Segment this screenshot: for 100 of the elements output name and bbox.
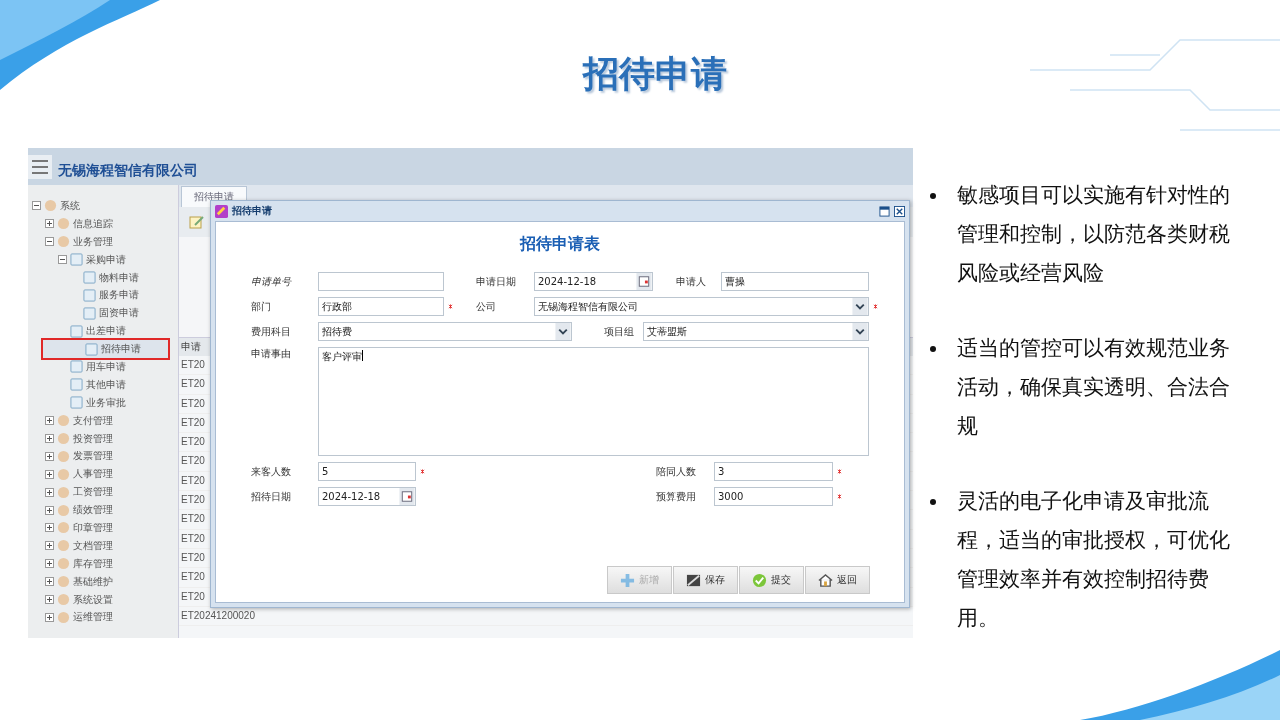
plus-icon[interactable] — [45, 559, 54, 569]
node-icon — [70, 396, 83, 410]
plus-icon[interactable] — [45, 487, 54, 497]
tree-item[interactable]: 出差申请 — [28, 322, 168, 341]
node-icon — [57, 432, 70, 445]
tree-item[interactable]: 发票管理 — [28, 447, 168, 466]
tree-item[interactable]: 绩效管理 — [28, 501, 168, 520]
node-icon — [83, 271, 96, 284]
input-field[interactable]: 3 — [714, 462, 833, 481]
plus-icon[interactable] — [45, 416, 54, 426]
input-field[interactable]: 3000 — [714, 487, 833, 506]
tree-item[interactable]: 系统设置 — [28, 590, 168, 609]
node-icon — [57, 467, 70, 481]
plus-icon[interactable] — [45, 219, 54, 229]
tree-item[interactable]: 基础维护 — [28, 572, 168, 591]
dialog-button[interactable]: 提交 — [739, 566, 804, 594]
tree-item[interactable]: 招待申请 — [43, 340, 168, 358]
maximize-icon[interactable] — [879, 205, 890, 217]
dropdown[interactable]: 招待费 — [318, 322, 572, 341]
minus-icon[interactable] — [45, 237, 54, 247]
input-field[interactable]: 行政部 — [318, 297, 444, 316]
node-icon — [57, 449, 70, 463]
input-field[interactable] — [318, 272, 444, 291]
bullet-icon — [930, 193, 936, 199]
node-icon — [57, 217, 70, 231]
node-icon — [57, 575, 70, 589]
tree-item[interactable]: 投资管理 — [28, 429, 168, 448]
tree-item[interactable]: 服务申请 — [28, 286, 168, 305]
plus-icon[interactable] — [45, 577, 54, 587]
node-icon — [57, 610, 70, 624]
plus-icon[interactable] — [45, 595, 54, 605]
field-label: 部门 — [251, 299, 272, 314]
node-icon — [83, 288, 96, 302]
tree-item[interactable]: 物料申请 — [28, 268, 168, 287]
field-label: 项目组 — [604, 324, 635, 339]
plus-icon[interactable] — [45, 612, 54, 622]
chevron-down-icon[interactable] — [852, 298, 868, 315]
tree-item[interactable]: 用车申请 — [28, 358, 168, 376]
minus-icon[interactable] — [58, 255, 67, 265]
plus-icon[interactable] — [45, 451, 54, 461]
calendar-icon[interactable] — [399, 488, 415, 505]
input-field[interactable]: 5 — [318, 462, 416, 481]
node-icon — [57, 521, 70, 535]
bullet-icon — [930, 499, 936, 505]
date-field[interactable]: 2024-12-18 — [534, 272, 653, 291]
tree-item[interactable]: 业务管理 — [28, 232, 168, 251]
tree-item[interactable]: 系统 — [28, 197, 168, 215]
field-label: 申请事由 — [251, 347, 292, 361]
dialog-button[interactable]: 返回 — [805, 566, 870, 594]
bullet-icon — [930, 346, 936, 352]
node-icon — [57, 235, 70, 249]
tree-item[interactable]: 支付管理 — [28, 411, 168, 430]
tree-item[interactable]: 印章管理 — [28, 519, 168, 537]
bullet-text: 适当的管控可以有效规范业务活动，确保真实透明、合法合规 — [957, 335, 1231, 440]
plus-icon[interactable] — [45, 523, 54, 533]
calendar-icon[interactable] — [636, 273, 652, 290]
field-label: 费用科目 — [251, 324, 292, 339]
tree-item[interactable]: 采购申请 — [28, 250, 168, 269]
field-label: 陪同人数 — [656, 464, 697, 479]
menu-icon[interactable] — [28, 154, 52, 179]
node-icon — [57, 557, 70, 571]
tree-item[interactable]: 运维管理 — [28, 608, 168, 627]
tree-item[interactable]: 业务审批 — [28, 393, 168, 412]
bullet-text: 灵活的电子化申请及审批流程，适当的审批授权，可优化管理效率并有效控制招待费用。 — [957, 488, 1231, 632]
text-area[interactable]: 客户评审 — [318, 347, 869, 456]
tree-item[interactable]: 库存管理 — [28, 554, 168, 573]
tree-item[interactable]: 其他申请 — [28, 375, 168, 394]
tree-item[interactable]: 固资申请 — [28, 304, 168, 323]
field-label: 申请人 — [676, 274, 707, 289]
plus-icon[interactable] — [45, 541, 54, 551]
field-label: 预算费用 — [656, 489, 697, 504]
chevron-down-icon[interactable] — [555, 323, 571, 340]
check-icon — [752, 572, 767, 588]
node-icon — [70, 378, 83, 392]
node-icon — [85, 342, 98, 356]
tree-item[interactable]: 文档管理 — [28, 536, 168, 555]
dropdown[interactable]: 无锡海程智信有限公司 — [534, 297, 869, 316]
node-icon — [57, 539, 70, 553]
node-icon — [57, 485, 70, 499]
close-icon[interactable] — [894, 205, 905, 217]
plus-icon[interactable] — [45, 469, 54, 479]
minus-icon[interactable] — [32, 201, 41, 211]
field-label: 招待日期 — [251, 489, 292, 504]
node-icon — [83, 306, 96, 320]
chevron-down-icon[interactable] — [852, 323, 868, 340]
plus-icon[interactable] — [45, 434, 54, 443]
tree-item[interactable]: 信息追踪 — [28, 214, 168, 233]
node-icon — [70, 324, 83, 338]
company-name: 无锡海程智信有限公司 — [58, 161, 198, 180]
date-field[interactable]: 2024-12-18 — [318, 487, 416, 506]
tree-item[interactable]: 人事管理 — [28, 465, 168, 484]
plus-icon — [620, 572, 635, 588]
field-label: 申请日期 — [476, 274, 517, 289]
dropdown[interactable]: 艾蒂盟斯 — [643, 322, 869, 341]
app-icon — [215, 204, 228, 218]
plus-icon[interactable] — [45, 505, 54, 515]
node-icon — [57, 414, 70, 428]
dialog-button[interactable]: 保存 — [673, 566, 738, 594]
tree-item[interactable]: 工资管理 — [28, 483, 168, 502]
input-field[interactable]: 曹操 — [721, 272, 869, 291]
